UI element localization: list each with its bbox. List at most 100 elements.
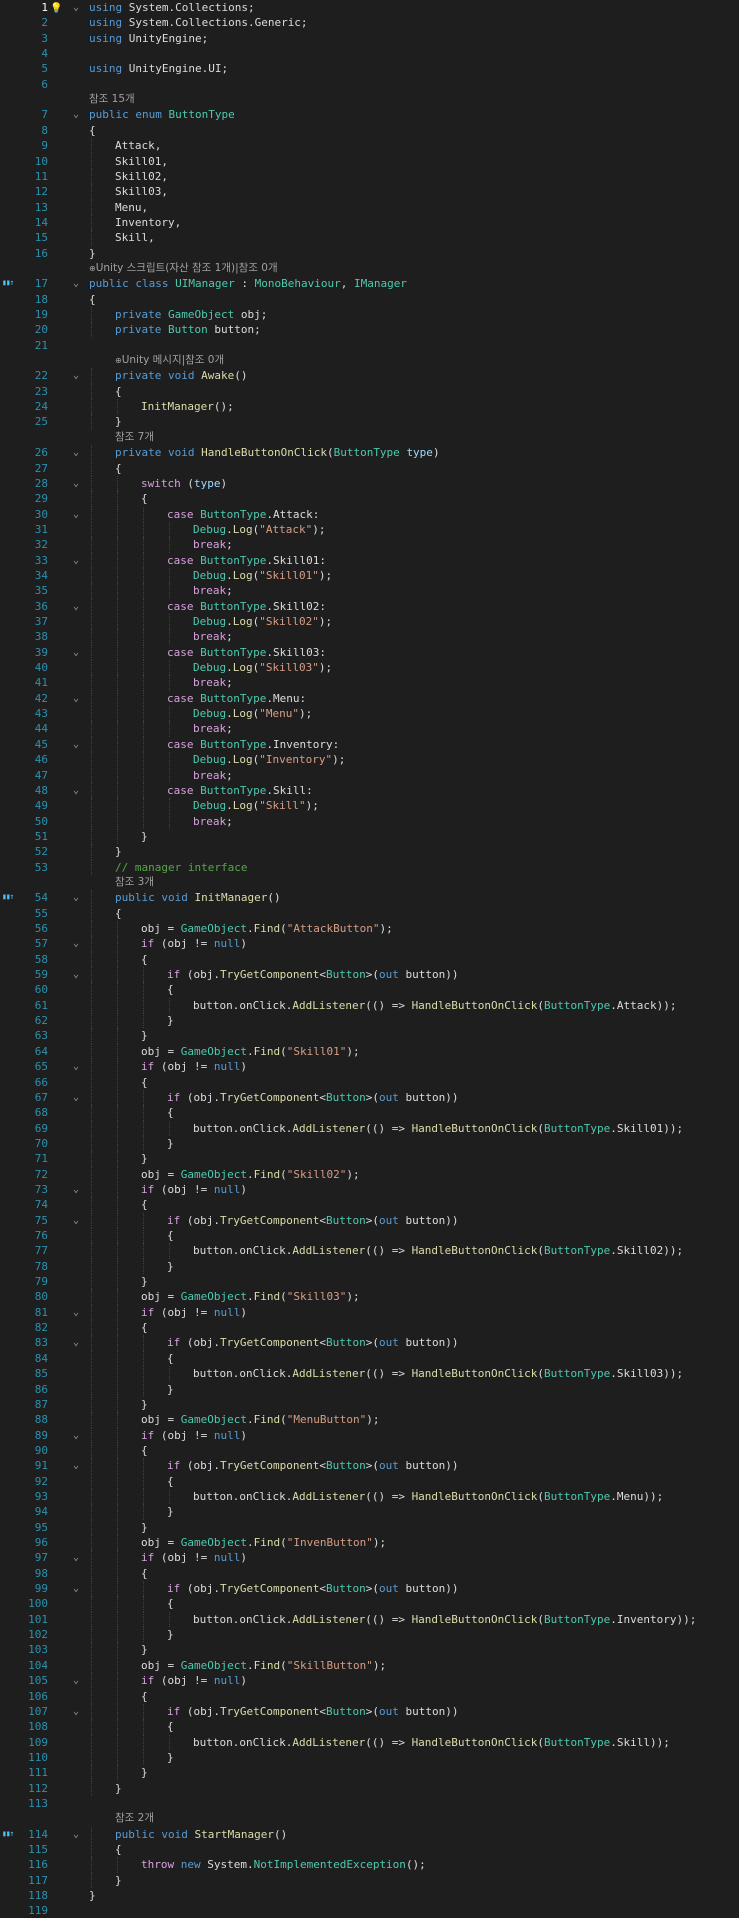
- code-line[interactable]: 107 ⌄ if (obj.TryGetComponent<Button>(out …: [0, 1703, 739, 1720]
- codelens-references[interactable]: 참조 7개: [115, 430, 154, 445]
- code-line[interactable]: 116 throw new System.NotImplementedExcept…: [0, 1857, 739, 1873]
- code-line[interactable]: 42 ⌄ case ButtonType.Menu:: [0, 690, 739, 707]
- code-line[interactable]: 88 obj = GameObject.Find("MenuButton");: [0, 1412, 739, 1428]
- code-line[interactable]: 118}: [0, 1888, 739, 1903]
- fold-chevron-icon[interactable]: ⌄: [70, 645, 82, 660]
- fold-chevron-icon[interactable]: ⌄: [70, 507, 82, 522]
- code-line[interactable]: 55 {: [0, 905, 739, 921]
- code-line[interactable]: 62}: [0, 1013, 739, 1029]
- code-line[interactable]: 80 obj = GameObject.Find("Skill03");: [0, 1289, 739, 1305]
- code-line[interactable]: 103}: [0, 1642, 739, 1658]
- fold-chevron-icon[interactable]: ⌄: [70, 445, 82, 460]
- code-line[interactable]: 19 private GameObject obj;: [0, 307, 739, 323]
- code-line[interactable]: 90 {: [0, 1442, 739, 1459]
- code-line[interactable]: 9 Attack,: [0, 138, 739, 154]
- code-line[interactable]: 58 {: [0, 951, 739, 968]
- fold-chevron-icon[interactable]: ⌄: [70, 553, 82, 568]
- fold-chevron-icon[interactable]: ⌄: [70, 1827, 82, 1842]
- code-line[interactable]: 102}: [0, 1627, 739, 1643]
- code-line[interactable]: 89 ⌄ if (obj != null): [0, 1427, 739, 1443]
- code-line[interactable]: 74 {: [0, 1197, 739, 1213]
- lightbulb-icon[interactable]: 💡: [50, 1, 62, 16]
- codelens-references[interactable]: 참조 3개: [115, 875, 154, 890]
- code-line[interactable]: 100 {: [0, 1596, 739, 1612]
- implements-interface-icon[interactable]: ▮▮↑: [2, 892, 14, 902]
- code-line[interactable]: 73 ⌄ if (obj != null): [0, 1181, 739, 1198]
- fold-chevron-icon[interactable]: ⌄: [70, 1213, 82, 1228]
- code-line[interactable]: 44 break;: [0, 721, 739, 737]
- code-line[interactable]: 99 ⌄ if (obj.TryGetComponent<Button>(out b…: [0, 1581, 739, 1597]
- code-line[interactable]: 101 button.onClick.AddListener(() => Hand…: [0, 1611, 739, 1628]
- code-line[interactable]: 💡 1 ⌄ using System.Collections;: [0, 0, 739, 15]
- code-line[interactable]: 91 ⌄ if (obj.TryGetComponent<Button>(out b…: [0, 1458, 739, 1474]
- code-line[interactable]: 10 Skill01,: [0, 153, 739, 169]
- code-line[interactable]: 77 button.onClick.AddListener(() => Handl…: [0, 1243, 739, 1259]
- fold-chevron-icon[interactable]: ⌄: [70, 783, 82, 798]
- codelens-references[interactable]: 참조 2개: [115, 1811, 154, 1826]
- code-line[interactable]: 30 ⌄ case ButtonType.Attack:: [0, 506, 739, 522]
- code-line[interactable]: 16}: [0, 246, 739, 261]
- fold-chevron-icon[interactable]: ⌄: [70, 1335, 82, 1350]
- code-line[interactable]: 2 using System.Collections.Generic;: [0, 15, 739, 30]
- code-line[interactable]: 38 break;: [0, 629, 739, 645]
- code-line[interactable]: 7 ⌄ public enum ButtonType: [0, 107, 739, 122]
- fold-chevron-icon[interactable]: ⌄: [70, 599, 82, 614]
- code-line[interactable]: 57 ⌄ if (obj != null): [0, 936, 739, 952]
- fold-chevron-icon[interactable]: ⌄: [70, 1704, 82, 1719]
- code-line[interactable]: 47 break;: [0, 767, 739, 783]
- code-line[interactable]: 28 ⌄ switch (type): [0, 475, 739, 492]
- codelens-references[interactable]: ⊕Unity 스크립트(자산 참조 1개)|참조 0개: [89, 261, 278, 276]
- code-line[interactable]: 95}: [0, 1519, 739, 1535]
- code-line[interactable]: 56 obj = GameObject.Find("AttackButton");: [0, 921, 739, 937]
- code-line[interactable]: 106 {: [0, 1688, 739, 1704]
- code-line[interactable]: 48 ⌄ case ButtonType.Skill:: [0, 782, 739, 799]
- fold-chevron-icon[interactable]: ⌄: [70, 737, 82, 752]
- code-line[interactable]: 79}: [0, 1274, 739, 1290]
- code-line[interactable]: 94}: [0, 1504, 739, 1520]
- code-line[interactable]: 32 break;: [0, 537, 739, 553]
- code-line[interactable]: 41 break;: [0, 675, 739, 691]
- code-line[interactable]: 15 Skill,: [0, 230, 739, 246]
- code-line[interactable]: 49 Debug.Log("Skill");: [0, 798, 739, 814]
- code-line[interactable]: 61 button.onClick.AddListener(() => Handl…: [0, 997, 739, 1014]
- code-line[interactable]: 72 obj = GameObject.Find("Skill02");: [0, 1166, 739, 1182]
- code-line[interactable]: 104 obj = GameObject.Find("SkillButton");: [0, 1657, 739, 1674]
- implements-interface-icon[interactable]: ▮▮↑: [2, 278, 14, 288]
- code-line[interactable]: 29 {: [0, 491, 739, 507]
- codelens-references[interactable]: 참조 15개: [89, 92, 135, 107]
- code-line[interactable]: 37 Debug.Log("Skill02");: [0, 614, 739, 630]
- code-line[interactable]: 52}: [0, 844, 739, 860]
- code-line[interactable]: 27 {: [0, 460, 739, 476]
- fold-chevron-icon[interactable]: ⌄: [70, 1182, 82, 1197]
- code-line[interactable]: 65 ⌄ if (obj != null): [0, 1059, 739, 1075]
- code-line[interactable]: 53 // manager interface: [0, 859, 739, 875]
- fold-chevron-icon[interactable]: ⌄: [70, 1090, 82, 1105]
- code-line[interactable]: 67 ⌄ if (obj.TryGetComponent<Button>(out b…: [0, 1089, 739, 1106]
- fold-chevron-icon[interactable]: ⌄: [70, 890, 82, 905]
- fold-chevron-icon[interactable]: ⌄: [70, 476, 82, 491]
- fold-chevron-icon[interactable]: ⌄: [70, 1428, 82, 1443]
- code-line[interactable]: 86}: [0, 1381, 739, 1397]
- code-line[interactable]: 110}: [0, 1749, 739, 1766]
- code-line[interactable]: 112}: [0, 1780, 739, 1796]
- code-line[interactable]: 40 Debug.Log("Skill03");: [0, 660, 739, 676]
- code-line[interactable]: 87}: [0, 1396, 739, 1413]
- code-line[interactable]: 5 using UnityEngine.UI;: [0, 61, 739, 76]
- code-line[interactable]: 66 {: [0, 1074, 739, 1090]
- code-line[interactable]: 14 Inventory,: [0, 214, 739, 231]
- code-line[interactable]: 68 {: [0, 1105, 739, 1121]
- fold-chevron-icon[interactable]: ⌄: [70, 1305, 82, 1320]
- code-line[interactable]: 83 ⌄ if (obj.TryGetComponent<Button>(out b…: [0, 1335, 739, 1351]
- code-line[interactable]: 11 Skill02,: [0, 168, 739, 185]
- code-line[interactable]: 6: [0, 77, 739, 92]
- code-line[interactable]: 113: [0, 1796, 739, 1811]
- fold-chevron-icon[interactable]: ⌄: [70, 936, 82, 951]
- code-line[interactable]: 18 {: [0, 292, 739, 307]
- code-line[interactable]: 59 ⌄ if (obj.TryGetComponent<Button>(out b…: [0, 967, 739, 983]
- code-line[interactable]: 76 {: [0, 1228, 739, 1244]
- fold-chevron-icon[interactable]: ⌄: [70, 691, 82, 706]
- code-line[interactable]: 97 ⌄ if (obj != null): [0, 1550, 739, 1566]
- code-line[interactable]: 96 obj = GameObject.Find("InvenButton");: [0, 1535, 739, 1551]
- code-line[interactable]: 105 ⌄ if (obj != null): [0, 1673, 739, 1689]
- code-line[interactable]: 71}: [0, 1151, 739, 1167]
